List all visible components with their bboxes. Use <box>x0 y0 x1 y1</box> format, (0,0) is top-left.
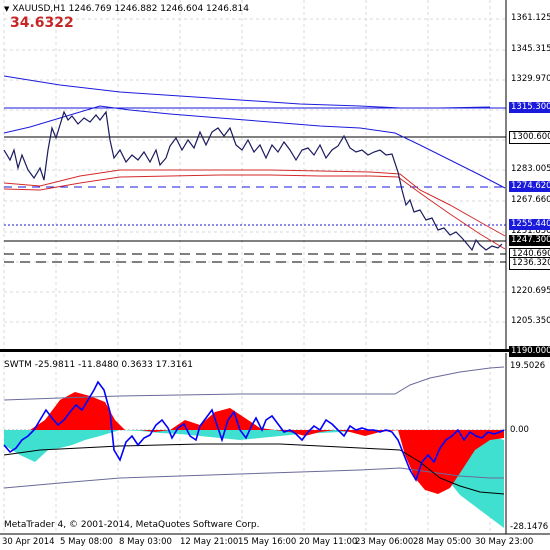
price-axis-label: 1220.695 <box>511 286 550 296</box>
symbol-header: ▼ XAUUSD,H1 1246.769 1246.882 1246.604 1… <box>4 4 249 14</box>
level-tag-1300[interactable]: 1300.600 <box>509 131 550 144</box>
time-axis-label: 15 May 16:00 <box>238 537 297 547</box>
upper-channel-line <box>3 75 491 109</box>
red-ma-line-2 <box>3 174 506 250</box>
price-line <box>3 110 503 252</box>
time-axis-label: 30 May 23:00 <box>475 537 534 547</box>
level-tag-1255[interactable]: 1255.440 <box>509 219 550 230</box>
price-axis-label: 1267.660 <box>511 195 550 205</box>
price-axis-label: 1283.005 <box>511 164 550 174</box>
copyright-text: MetaTrader 4, © 2001-2014, MetaQuotes So… <box>4 520 260 530</box>
time-axis-label: 20 May 11:00 <box>299 537 358 547</box>
level-tag-1274[interactable]: 1274.620 <box>509 181 550 192</box>
level-tag-1315[interactable]: 1315.300 <box>509 102 550 113</box>
price-axis-label: 1205.350 <box>511 316 550 326</box>
chevron-down-icon[interactable]: ▼ <box>4 5 9 13</box>
swtm-red-area <box>4 392 504 494</box>
price-chart-grid <box>3 0 506 349</box>
swtm-oscillator-line <box>3 380 505 482</box>
swtm-lower-band <box>3 467 504 489</box>
time-axis-label: 12 May 21:00 <box>180 537 239 547</box>
time-axis-label: 23 May 06:00 <box>355 537 414 547</box>
time-axis-label: 28 May 05:00 <box>413 537 472 547</box>
price-chart[interactable] <box>0 0 550 352</box>
swtm-axis-bottom: -28.1476 <box>510 522 549 532</box>
swtm-cyan-area <box>4 430 504 528</box>
price-axis-label: 1345.315 <box>511 44 550 54</box>
red-ma-line-1 <box>3 169 506 237</box>
level-tag-1236[interactable]: 1236.320 <box>509 257 550 270</box>
swtm-axis-zero: 0.00 <box>510 425 529 435</box>
swtm-header: SWTM -25.9811 -11.8480 0.3633 17.3161 <box>4 360 193 370</box>
swtm-grid <box>3 354 491 534</box>
swtm-black-line <box>3 443 505 495</box>
price-axis-label: 1361.125 <box>511 13 550 23</box>
time-axis-label: 30 Apr 2014 <box>2 537 55 547</box>
swtm-upper-band <box>3 366 505 401</box>
swtm-axis-top: 19.5026 <box>510 361 546 371</box>
symbol-header-text: XAUUSD,H1 1246.769 1246.882 1246.604 124… <box>12 4 249 14</box>
level-tag-1247[interactable]: 1247.300 <box>509 235 550 246</box>
indicator-value: 34.6322 <box>10 15 74 31</box>
axis-tag-1190: 1190.000 <box>509 346 550 357</box>
metatrader-terminal: ▼ XAUUSD,H1 1246.769 1246.882 1246.604 1… <box>0 0 550 550</box>
time-axis-label: 8 May 03:00 <box>119 537 172 547</box>
time-axis-label: 5 May 08:00 <box>60 537 113 547</box>
pane-separator[interactable] <box>0 349 550 352</box>
price-axis-label: 1329.970 <box>511 74 550 84</box>
